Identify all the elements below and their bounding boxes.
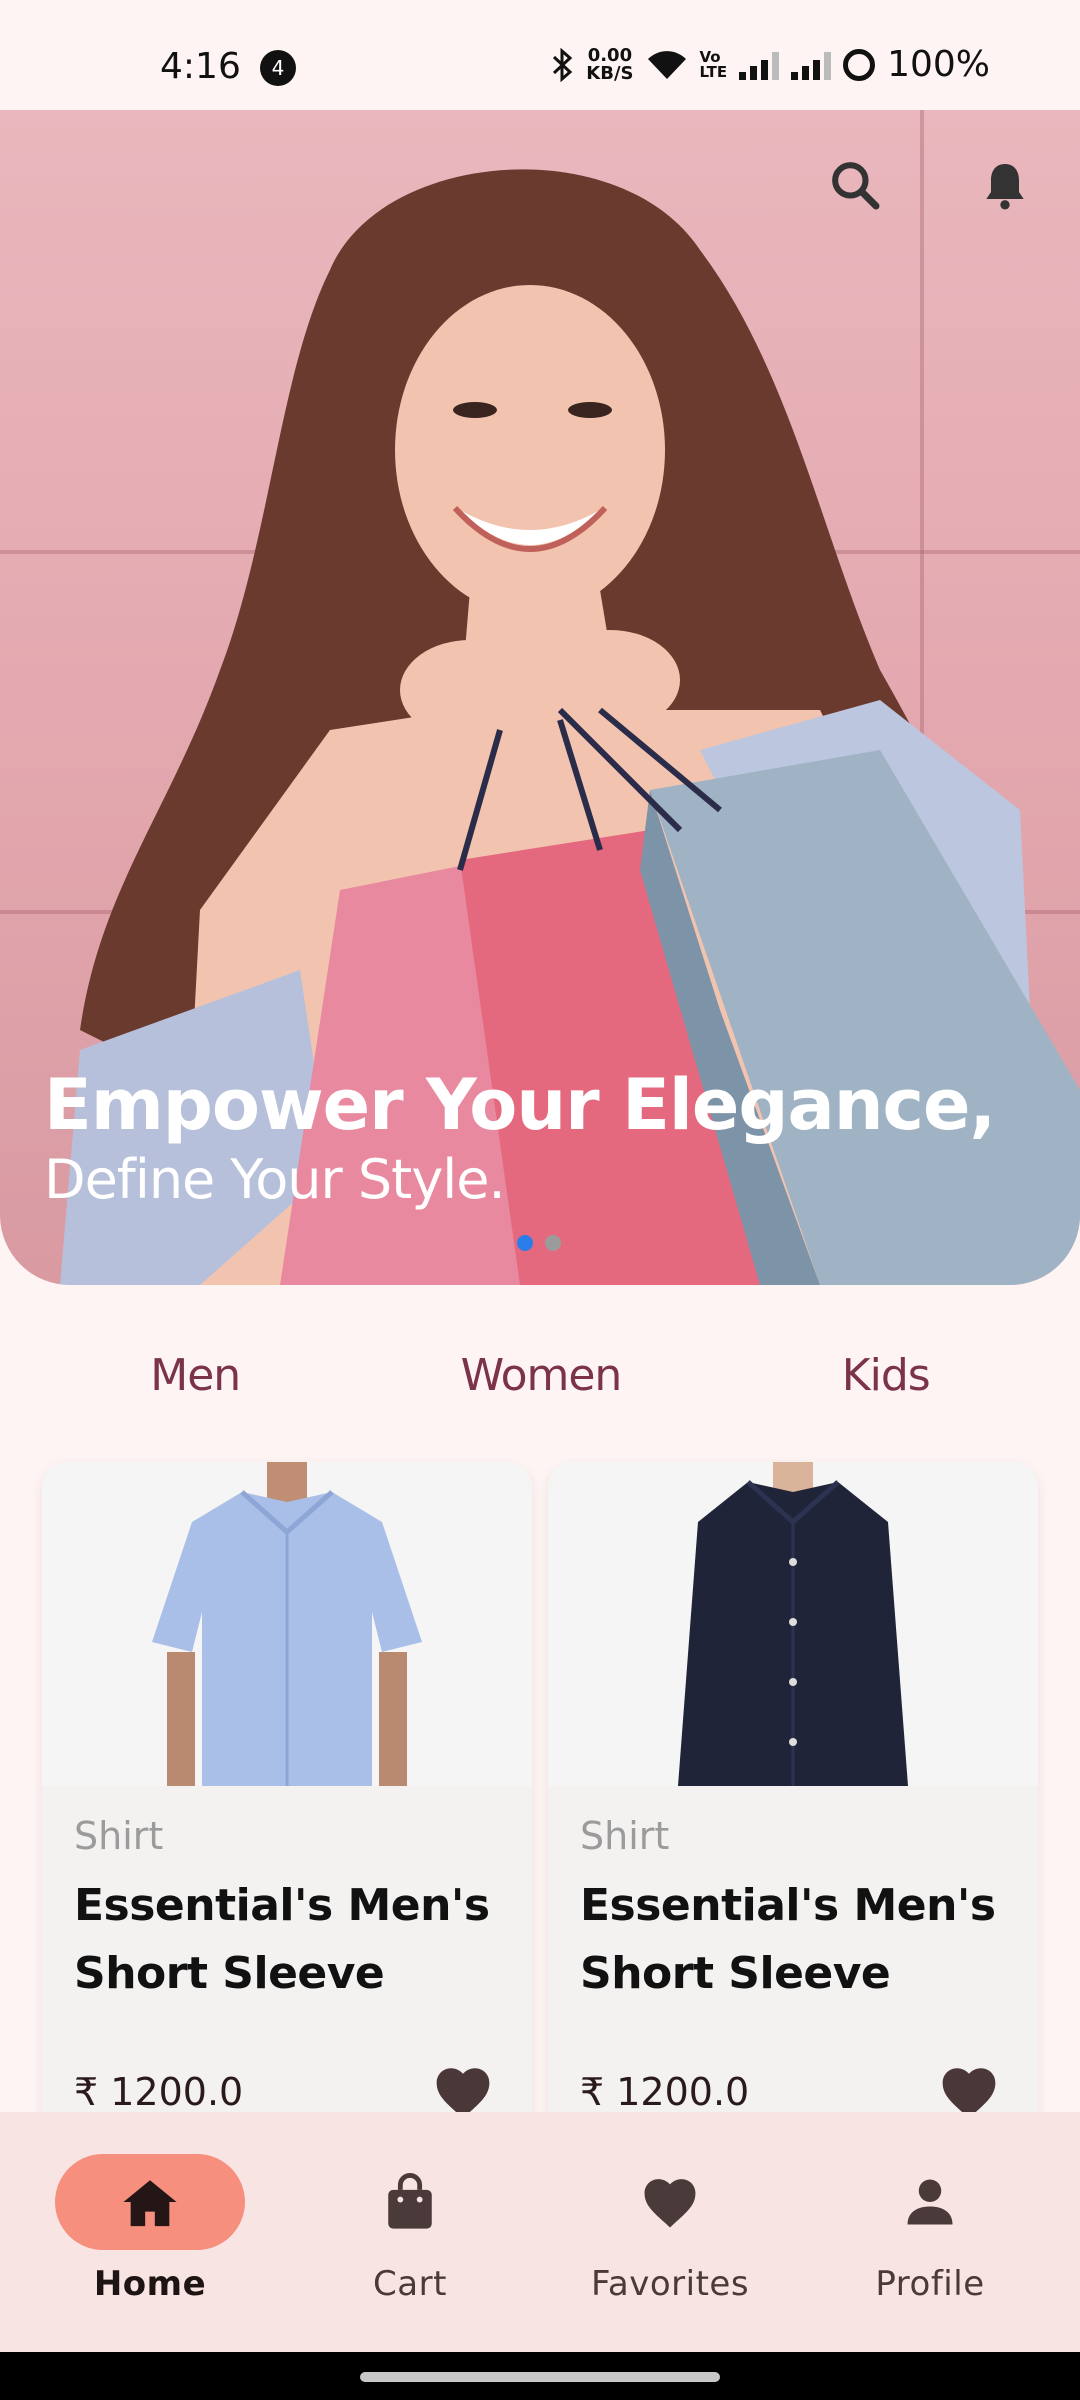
carousel-dot-1[interactable] xyxy=(517,1235,533,1251)
nav-label-home: Home xyxy=(93,2264,207,2304)
product-category: Shirt xyxy=(74,1814,164,1858)
signal-icon-sim2 xyxy=(791,50,832,80)
gesture-bar xyxy=(0,2352,1080,2400)
network-speed-unit: KB/S xyxy=(586,62,634,84)
product-card[interactable]: Shirt Essential's Men's Short Sleeve ₹ 1… xyxy=(548,1462,1038,2162)
carousel-indicator xyxy=(517,1235,561,1251)
nav-item-profile[interactable]: Profile xyxy=(810,2112,1050,2352)
nav-item-favorites[interactable]: Favorites xyxy=(550,2112,790,2352)
person-icon xyxy=(907,2179,953,2225)
nav-label-favorites: Favorites xyxy=(590,2264,750,2304)
wifi-icon xyxy=(647,50,686,79)
hero-text: Empower Your Elegance, Define Your Style… xyxy=(44,1064,996,1215)
home-screen: 4:16 4 0.00 KB/S Vo LTE 100% Empower You… xyxy=(0,0,1080,2400)
hero-title: Empower Your Elegance, xyxy=(44,1064,996,1146)
bottom-navigation: Home Cart Favorites Profile xyxy=(0,2112,1080,2352)
hero-subtitle: Define Your Style. xyxy=(44,1148,506,1211)
notification-badge: 4 xyxy=(260,50,296,86)
status-icons: 0.00 KB/S Vo LTE 100% xyxy=(552,44,990,85)
product-image xyxy=(42,1462,532,1786)
product-price: ₹ 1200.0 xyxy=(74,2070,244,2114)
nav-item-cart[interactable]: Cart xyxy=(290,2112,530,2352)
product-image xyxy=(548,1462,1038,1786)
heart-icon xyxy=(644,2179,696,2228)
signal-icon-sim1 xyxy=(739,50,780,80)
tab-women[interactable]: Women xyxy=(461,1350,623,1401)
product-price: ₹ 1200.0 xyxy=(580,2070,750,2114)
tab-kids[interactable]: Kids xyxy=(842,1350,931,1401)
bell-icon[interactable] xyxy=(970,150,1040,220)
battery-icon xyxy=(843,48,876,81)
battery-percentage: 100% xyxy=(887,44,990,85)
carousel-dot-2[interactable] xyxy=(545,1235,561,1251)
product-card[interactable]: Shirt Essential's Men's Short Sleeve ₹ 1… xyxy=(42,1462,532,2162)
search-icon[interactable] xyxy=(820,150,890,220)
status-bar: 4:16 4 0.00 KB/S Vo LTE 100% xyxy=(0,0,1080,110)
category-tabs: Men Women Kids xyxy=(0,1330,1080,1420)
nav-label-profile: Profile xyxy=(875,2264,985,2304)
shopping-bag-icon xyxy=(388,2173,432,2229)
home-gesture-handle[interactable] xyxy=(360,2372,720,2382)
product-name: Essential's Men's Short Sleeve xyxy=(580,1880,996,1999)
status-time: 4:16 xyxy=(160,46,241,87)
bluetooth-icon xyxy=(553,47,573,82)
home-icon xyxy=(123,2180,177,2227)
volte-indicator: Vo LTE xyxy=(699,47,728,81)
network-speed: 0.00 KB/S xyxy=(586,44,634,84)
hero-actions xyxy=(820,150,1040,220)
hero-banner[interactable]: Empower Your Elegance, Define Your Style… xyxy=(0,110,1080,1285)
nav-item-home[interactable]: Home xyxy=(30,2112,270,2352)
tab-men[interactable]: Men xyxy=(150,1350,241,1401)
product-category: Shirt xyxy=(580,1814,670,1858)
network-speed-value: 0.00 xyxy=(587,44,633,66)
product-name: Essential's Men's Short Sleeve xyxy=(74,1880,490,1999)
nav-label-cart: Cart xyxy=(373,2264,447,2304)
